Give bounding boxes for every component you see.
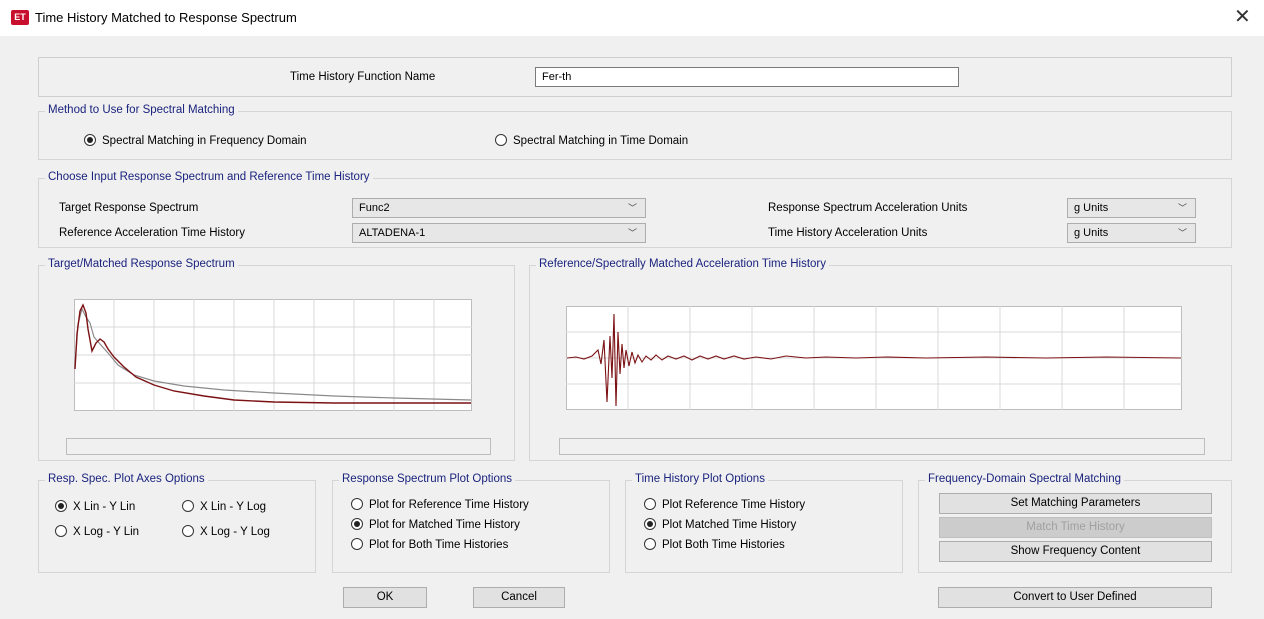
- combo-value: g Units: [1074, 202, 1109, 214]
- radio-plot-matched[interactable]: Plot for Matched Time History: [351, 518, 520, 531]
- radio-plot-reference[interactable]: Plot for Reference Time History: [351, 498, 529, 511]
- etabs-app-icon: ET: [11, 10, 29, 25]
- input-spectrum-group: Choose Input Response Spectrum and Refer…: [38, 171, 1232, 248]
- history-plot: [566, 306, 1182, 410]
- radio-label: Spectral Matching in Time Domain: [513, 135, 689, 147]
- radio-th-both[interactable]: Plot Both Time Histories: [644, 538, 785, 551]
- radio-unselected-icon: [644, 538, 656, 550]
- radio-unselected-icon: [55, 525, 67, 537]
- radio-frequency-domain[interactable]: Spectral Matching in Frequency Domain: [84, 134, 307, 147]
- rs-plot-options-group: Response Spectrum Plot Options Plot for …: [332, 473, 610, 573]
- spectrum-scrollbar[interactable]: [66, 438, 491, 455]
- input-group-title: Choose Input Response Spectrum and Refer…: [45, 171, 373, 183]
- radio-label: X Lin - Y Log: [200, 501, 267, 513]
- reference-history-select[interactable]: ALTADENA-1 ﹀: [352, 223, 646, 243]
- combo-value: g Units: [1074, 227, 1109, 239]
- spectrum-plot-group: Target/Matched Response Spectrum: [38, 258, 515, 461]
- radio-selected-icon: [84, 134, 96, 146]
- freq-matching-title: Frequency-Domain Spectral Matching: [925, 473, 1125, 485]
- rs-units-label: Response Spectrum Acceleration Units: [768, 202, 968, 214]
- radio-unselected-icon: [351, 498, 363, 510]
- th-units-label: Time History Acceleration Units: [768, 227, 928, 239]
- radio-plot-both[interactable]: Plot for Both Time Histories: [351, 538, 508, 551]
- function-name-input[interactable]: Fer-th: [535, 67, 959, 87]
- show-frequency-content-button[interactable]: Show Frequency Content: [939, 541, 1212, 562]
- chevron-down-icon: ﹀: [627, 203, 637, 213]
- radio-unselected-icon: [182, 500, 194, 512]
- method-group: Method to Use for Spectral Matching Spec…: [38, 104, 1232, 160]
- chevron-down-icon: ﹀: [1177, 203, 1187, 213]
- radio-xlog-ylog[interactable]: X Log - Y Log: [182, 525, 270, 538]
- radio-selected-icon: [55, 500, 67, 512]
- radio-unselected-icon: [351, 538, 363, 550]
- convert-to-user-defined-button[interactable]: Convert to User Defined: [938, 587, 1212, 608]
- radio-label: Plot Both Time Histories: [662, 539, 785, 551]
- th-plot-options-group: Time History Plot Options Plot Reference…: [625, 473, 903, 573]
- radio-label: X Log - Y Log: [200, 526, 270, 538]
- cancel-button[interactable]: Cancel: [473, 587, 565, 608]
- radio-xlin-ylog[interactable]: X Lin - Y Log: [182, 500, 266, 513]
- spectrum-plot: [74, 299, 472, 411]
- radio-xlin-ylin[interactable]: X Lin - Y Lin: [55, 500, 135, 513]
- radio-label: X Log - Y Lin: [73, 526, 140, 538]
- radio-label: Plot for Matched Time History: [369, 519, 520, 531]
- history-scrollbar[interactable]: [559, 438, 1205, 455]
- method-group-title: Method to Use for Spectral Matching: [45, 104, 238, 116]
- history-plot-group: Reference/Spectrally Matched Acceleratio…: [529, 258, 1232, 461]
- radio-label: X Lin - Y Lin: [73, 501, 136, 513]
- chevron-down-icon: ﹀: [1177, 228, 1187, 238]
- radio-label: Plot for Reference Time History: [369, 499, 529, 511]
- history-plot-title: Reference/Spectrally Matched Acceleratio…: [536, 258, 829, 270]
- match-time-history-button[interactable]: Match Time History: [939, 517, 1212, 538]
- close-icon[interactable]: ✕: [1234, 4, 1251, 30]
- ok-button[interactable]: OK: [343, 587, 427, 608]
- set-matching-parameters-button[interactable]: Set Matching Parameters: [939, 493, 1212, 514]
- target-spectrum-select[interactable]: Func2 ﹀: [352, 198, 646, 218]
- radio-selected-icon: [644, 518, 656, 530]
- radio-label: Spectral Matching in Frequency Domain: [102, 135, 307, 147]
- radio-label: Plot for Both Time Histories: [369, 539, 509, 551]
- radio-unselected-icon: [644, 498, 656, 510]
- function-name-panel: Time History Function Name Fer-th: [38, 57, 1232, 97]
- window-title: Time History Matched to Response Spectru…: [35, 10, 297, 25]
- radio-label: Plot Matched Time History: [662, 519, 797, 531]
- title-bar: ET Time History Matched to Response Spec…: [0, 0, 1264, 36]
- freq-matching-group: Frequency-Domain Spectral Matching Set M…: [918, 473, 1232, 573]
- th-units-select[interactable]: g Units ﹀: [1067, 223, 1196, 243]
- radio-unselected-icon: [182, 525, 194, 537]
- function-name-label: Time History Function Name: [290, 71, 436, 83]
- chevron-down-icon: ﹀: [627, 228, 637, 238]
- radio-th-reference[interactable]: Plot Reference Time History: [644, 498, 805, 511]
- combo-value: Func2: [359, 202, 390, 214]
- target-spectrum-label: Target Response Spectrum: [59, 202, 199, 214]
- axes-options-title: Resp. Spec. Plot Axes Options: [45, 473, 208, 485]
- axes-options-group: Resp. Spec. Plot Axes Options X Lin - Y …: [38, 473, 316, 573]
- spectrum-plot-title: Target/Matched Response Spectrum: [45, 258, 238, 270]
- radio-unselected-icon: [495, 134, 507, 146]
- radio-selected-icon: [351, 518, 363, 530]
- radio-time-domain[interactable]: Spectral Matching in Time Domain: [495, 134, 688, 147]
- radio-th-matched[interactable]: Plot Matched Time History: [644, 518, 796, 531]
- rs-plot-options-title: Response Spectrum Plot Options: [339, 473, 516, 485]
- rs-units-select[interactable]: g Units ﹀: [1067, 198, 1196, 218]
- combo-value: ALTADENA-1: [359, 227, 426, 239]
- radio-label: Plot Reference Time History: [662, 499, 806, 511]
- radio-xlog-ylin[interactable]: X Log - Y Lin: [55, 525, 139, 538]
- reference-history-label: Reference Acceleration Time History: [59, 227, 245, 239]
- th-plot-options-title: Time History Plot Options: [632, 473, 768, 485]
